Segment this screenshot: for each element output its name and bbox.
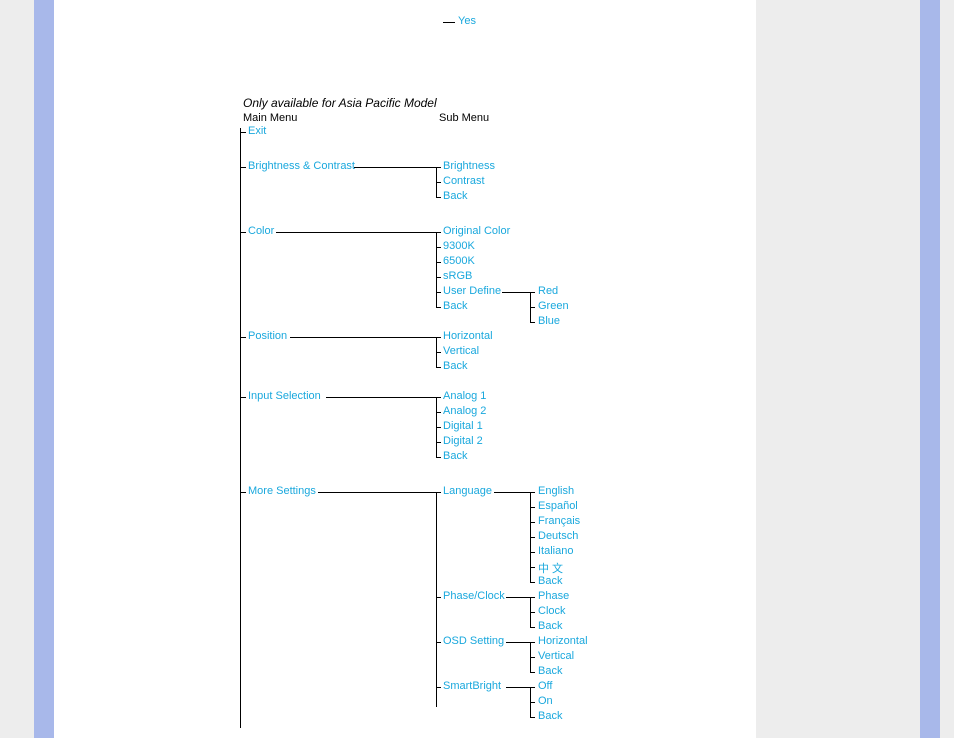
section-title: Only available for Asia Pacific Model — [243, 96, 437, 110]
sub-input-digital2: Digital 2 — [443, 435, 483, 447]
userdef-red: Red — [538, 285, 558, 297]
sub-input-back: Back — [443, 450, 467, 462]
userdef-green: Green — [538, 300, 569, 312]
sub-input-digital1: Digital 1 — [443, 420, 483, 432]
sub-color-userdef: User Define — [443, 285, 501, 297]
sub-bc-contrast: Contrast — [443, 175, 485, 187]
lang-francais: Français — [538, 515, 580, 527]
menu-brightness-contrast: Brightness & Contrast — [248, 160, 355, 172]
pc-phase: Phase — [538, 590, 569, 602]
sub-pos-back: Back — [443, 360, 467, 372]
sub-color-original: Original Color — [443, 225, 510, 237]
sub-color-6500k: 6500K — [443, 255, 475, 267]
sub-ms-osd: OSD Setting — [443, 635, 504, 647]
sub-ms-phaseclock: Phase/Clock — [443, 590, 505, 602]
pc-clock: Clock — [538, 605, 566, 617]
sub-color-9300k: 9300K — [443, 240, 475, 252]
lang-chinese: 中 文 — [538, 560, 563, 576]
sb-off: Off — [538, 680, 552, 692]
menu-more-settings: More Settings — [248, 485, 316, 497]
document-page: Yes Only available for Asia Pacific Mode… — [54, 0, 756, 738]
header-sub-menu: Sub Menu — [439, 112, 489, 124]
menu-input-selection: Input Selection — [248, 390, 321, 402]
decor-band-left — [34, 0, 54, 738]
lang-back: Back — [538, 575, 562, 587]
sub-color-srgb: sRGB — [443, 270, 472, 282]
sub-input-analog2: Analog 2 — [443, 405, 486, 417]
osd-horizontal: Horizontal — [538, 635, 588, 647]
sb-on: On — [538, 695, 553, 707]
sub-ms-smartbright: SmartBright — [443, 680, 501, 692]
userdef-blue: Blue — [538, 315, 560, 327]
lang-english: English — [538, 485, 574, 497]
sub-input-analog1: Analog 1 — [443, 390, 486, 402]
lang-deutsch: Deutsch — [538, 530, 578, 542]
tree-item-yes: Yes — [458, 15, 476, 27]
osd-vertical: Vertical — [538, 650, 574, 662]
lang-espanol: Español — [538, 500, 578, 512]
sb-back: Back — [538, 710, 562, 722]
pc-back: Back — [538, 620, 562, 632]
menu-exit: Exit — [248, 125, 266, 137]
sub-pos-horizontal: Horizontal — [443, 330, 493, 342]
sub-color-back: Back — [443, 300, 467, 312]
sub-bc-back: Back — [443, 190, 467, 202]
viewport: Yes Only available for Asia Pacific Mode… — [0, 0, 954, 738]
osd-back: Back — [538, 665, 562, 677]
sub-pos-vertical: Vertical — [443, 345, 479, 357]
decor-band-right — [920, 0, 940, 738]
header-main-menu: Main Menu — [243, 112, 297, 124]
sub-ms-language: Language — [443, 485, 492, 497]
menu-position: Position — [248, 330, 287, 342]
lang-italiano: Italiano — [538, 545, 573, 557]
sub-bc-brightness: Brightness — [443, 160, 495, 172]
menu-color: Color — [248, 225, 274, 237]
